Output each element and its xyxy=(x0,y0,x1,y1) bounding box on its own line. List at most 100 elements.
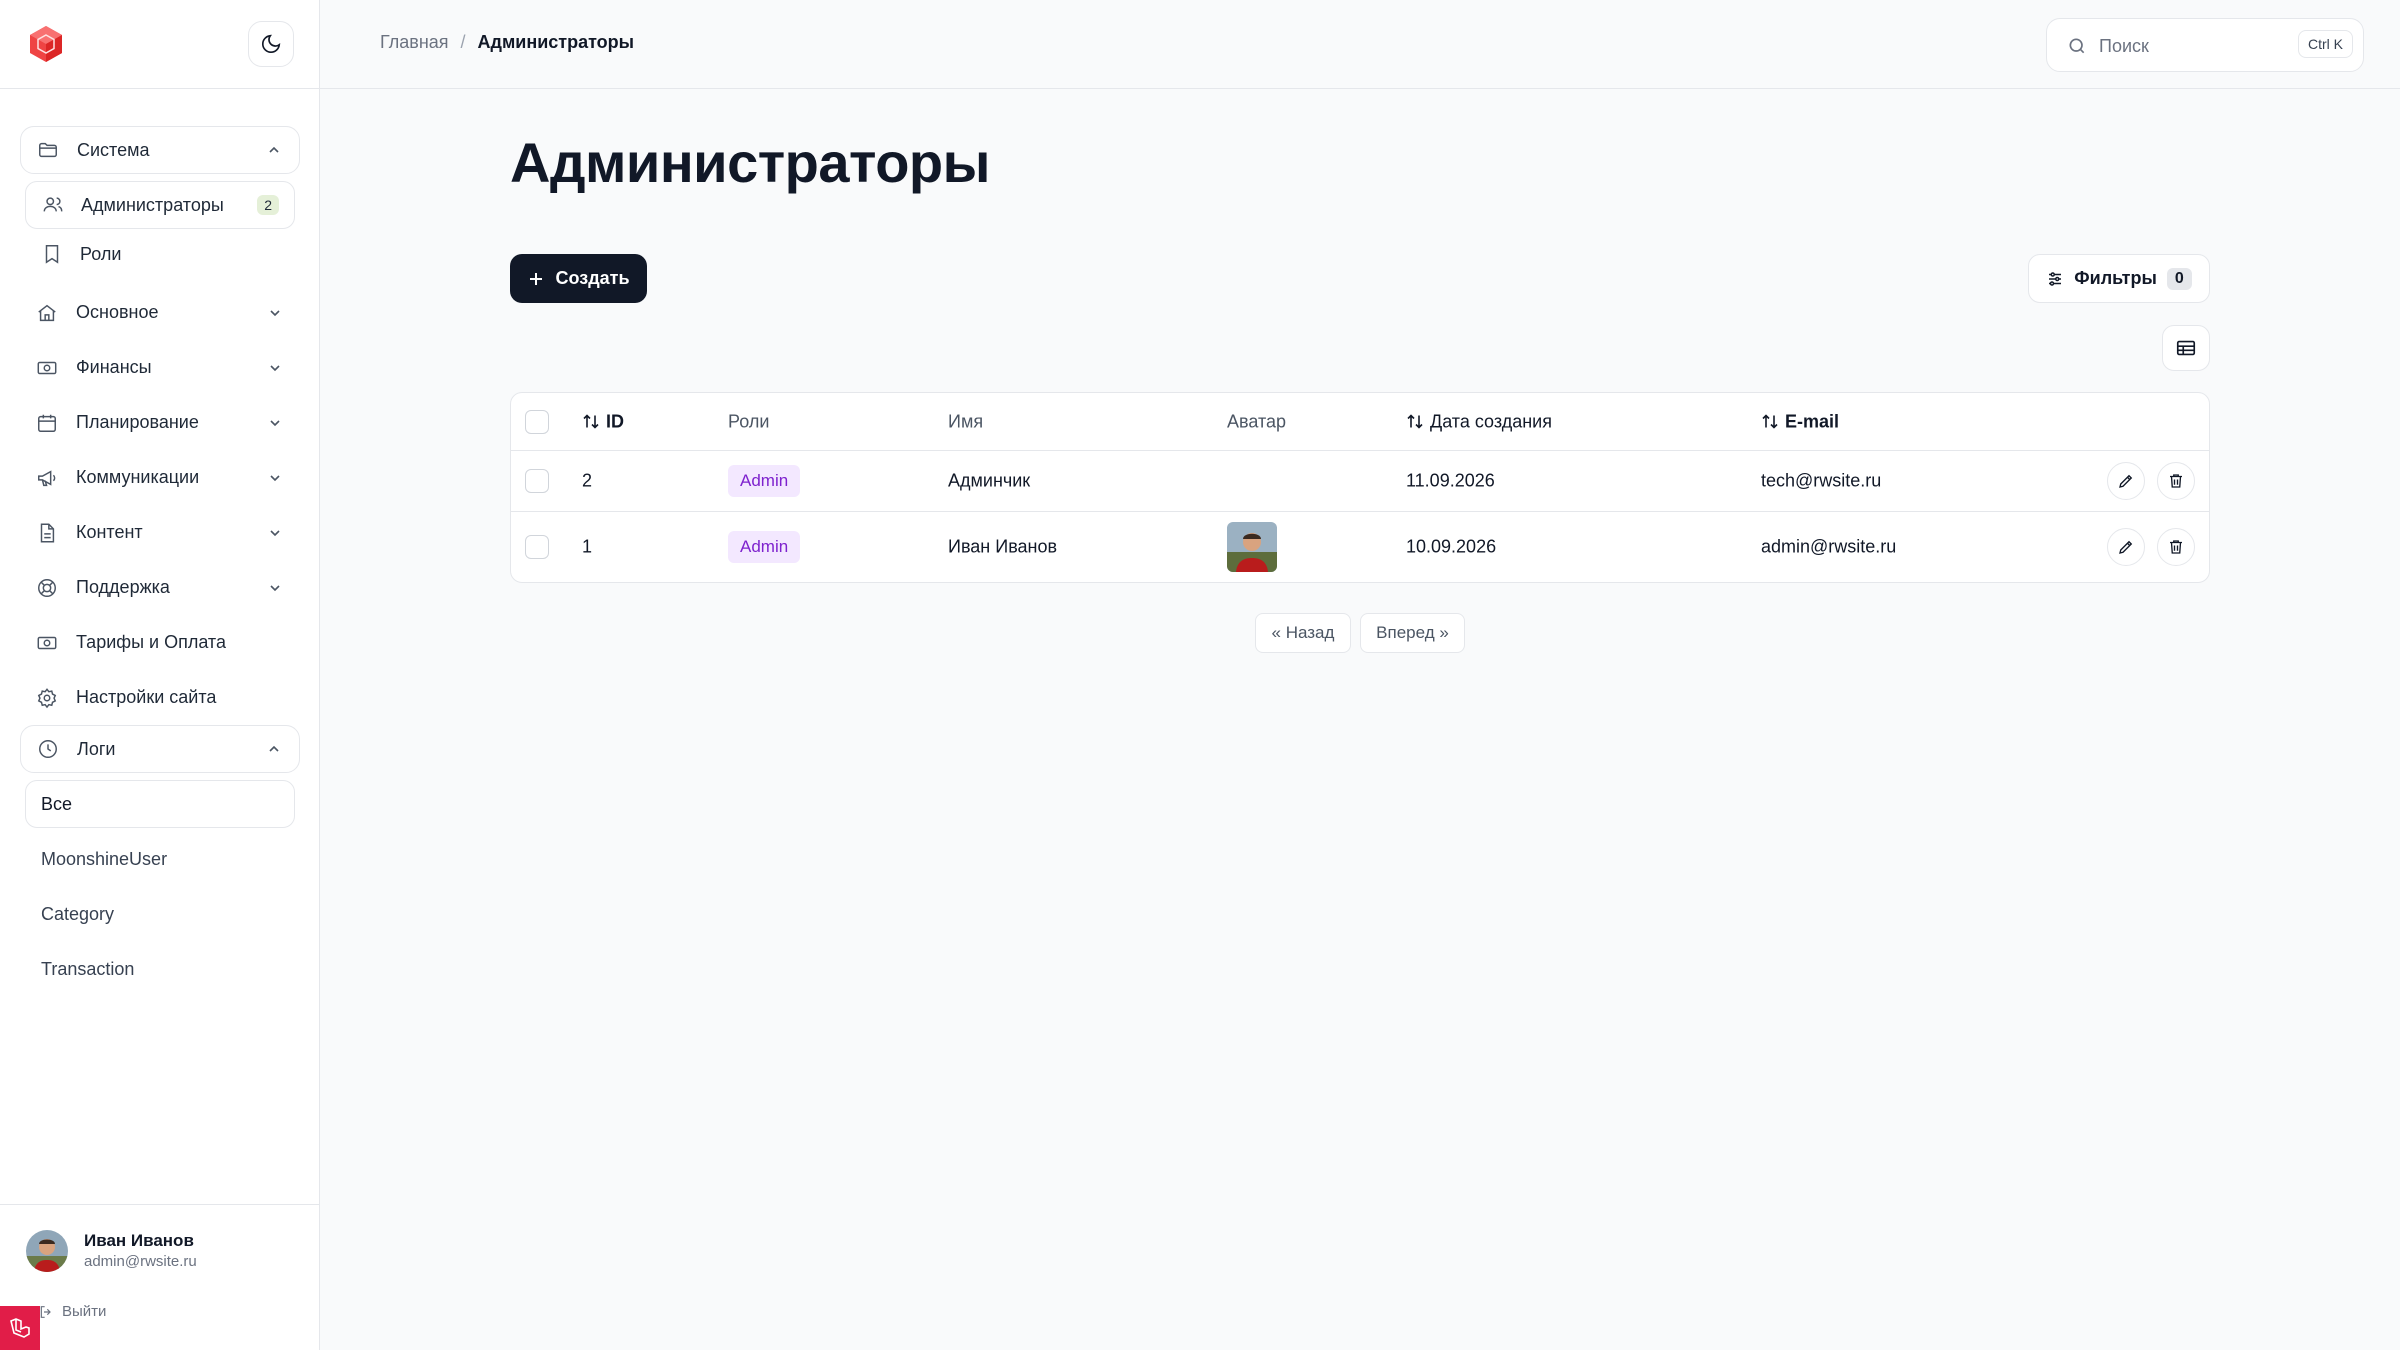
breadcrumb-home-link[interactable]: Главная xyxy=(380,32,449,53)
sidebar: Система Администраторы 2 Роли Основное Ф… xyxy=(0,0,320,1350)
column-header-created-at[interactable]: Дата создания xyxy=(1406,411,1552,432)
sidebar-group-content[interactable]: Контент xyxy=(20,505,300,560)
column-selector-button[interactable] xyxy=(2162,325,2210,371)
sidebar-item-roles[interactable]: Роли xyxy=(25,229,295,279)
administrators-table: ID Роли Имя Аватар Дата создания E-mail … xyxy=(510,392,2210,583)
sidebar-group-planning[interactable]: Планирование xyxy=(20,395,300,450)
logo-icon[interactable] xyxy=(26,24,66,64)
sidebar-group-label: Финансы xyxy=(76,357,152,377)
row-checkbox-cell xyxy=(525,469,549,493)
gear-icon xyxy=(37,687,57,708)
column-header-avatar: Аватар xyxy=(1227,411,1287,431)
user-profile: Иван Иванов admin@rwsite.ru Выйти xyxy=(0,1204,320,1350)
sidebar-group-support[interactable]: Поддержка xyxy=(20,560,300,615)
logout-label: Выйти xyxy=(62,1303,107,1320)
logout-button[interactable]: Выйти xyxy=(38,1303,106,1320)
avatar[interactable] xyxy=(26,1230,68,1272)
select-all-checkbox[interactable] xyxy=(525,409,549,434)
cell-name: Админчик xyxy=(948,470,1031,491)
topbar: Главная / Администраторы Ctrl K xyxy=(320,0,2400,89)
sidebar-group-label: Поддержка xyxy=(76,577,170,597)
column-header-label: Дата создания xyxy=(1430,411,1552,431)
chevron-down-icon xyxy=(270,309,280,316)
role-badge: Admin xyxy=(728,531,801,563)
filters-count-badge: 0 xyxy=(2166,267,2192,290)
pagination-next-button[interactable]: Вперед » xyxy=(1360,613,1465,653)
sidebar-item-label: Transaction xyxy=(41,959,135,979)
sidebar-group-logs[interactable]: Логи xyxy=(20,725,300,773)
sidebar-item-logs-all[interactable]: Все xyxy=(25,780,295,828)
cell-avatar xyxy=(1227,522,1277,572)
select-all-checkbox-cell xyxy=(525,409,549,434)
delete-button[interactable] xyxy=(2157,528,2195,566)
page-title: Администраторы xyxy=(510,131,990,194)
table-row: 2 Admin Админчик 11.09.2026 tech@rwsite.… xyxy=(511,451,2209,512)
chevron-down-icon xyxy=(270,474,280,481)
chevron-down-icon xyxy=(270,419,280,426)
cell-id: 2 xyxy=(582,470,593,491)
search-input[interactable] xyxy=(2099,31,2279,61)
column-header-label: E-mail xyxy=(1785,411,1840,431)
home-icon xyxy=(38,304,56,321)
sidebar-item-label: MoonshineUser xyxy=(41,849,168,869)
moon-icon xyxy=(261,34,281,54)
sidebar-item-label: Тарифы и Оплата xyxy=(76,632,226,652)
chevron-up-icon xyxy=(269,745,279,752)
delete-button[interactable] xyxy=(2157,462,2195,500)
cell-name: Иван Иванов xyxy=(948,536,1058,557)
sidebar-item-logs-transaction[interactable]: Transaction xyxy=(20,942,300,997)
breadcrumb: Главная / Администраторы xyxy=(380,32,634,53)
table-row: 1 Admin Иван Иванов 10.09.2026 admin@rws… xyxy=(511,512,2209,582)
create-button[interactable]: Создать xyxy=(510,254,647,303)
debug-bar-toggle[interactable] xyxy=(0,1306,40,1350)
table-header: ID Роли Имя Аватар Дата создания E-mail xyxy=(511,393,2209,451)
sidebar-item-site-settings[interactable]: Настройки сайта xyxy=(20,670,300,725)
avatar[interactable] xyxy=(1227,522,1277,572)
edit-button[interactable] xyxy=(2107,462,2145,500)
sidebar-group-main[interactable]: Основное xyxy=(20,285,300,340)
sidebar-header xyxy=(0,0,319,89)
sidebar-item-label: Роли xyxy=(80,243,122,264)
user-name: Иван Иванов xyxy=(84,1231,194,1250)
column-header-id[interactable]: ID xyxy=(582,411,624,432)
cell-id: 1 xyxy=(582,536,593,557)
sidebar-group-system[interactable]: Система xyxy=(20,126,300,174)
user-email: admin@rwsite.ru xyxy=(84,1253,197,1270)
sidebar-group-label: Логи xyxy=(77,738,116,759)
filters-button[interactable]: Фильтры 0 xyxy=(2028,254,2210,303)
cell-role: Admin xyxy=(728,465,801,497)
sidebar-item-tariffs[interactable]: Тарифы и Оплата xyxy=(20,615,300,670)
column-header-roles: Роли xyxy=(728,411,770,431)
sidebar-item-logs-category[interactable]: Category xyxy=(20,887,300,942)
theme-toggle-button[interactable] xyxy=(248,21,294,67)
sidebar-group-finance[interactable]: Финансы xyxy=(20,340,300,395)
sidebar-group-label: Основное xyxy=(76,302,159,322)
edit-button[interactable] xyxy=(2107,528,2145,566)
column-header-email[interactable]: E-mail xyxy=(1761,411,1839,432)
sidebar-item-label: Category xyxy=(41,904,115,924)
clock-icon xyxy=(39,740,57,758)
row-checkbox[interactable] xyxy=(525,469,549,493)
search-shortcut: Ctrl K xyxy=(2298,30,2353,58)
table-icon xyxy=(2176,340,2196,356)
sliders-icon xyxy=(2049,271,2062,286)
chevron-down-icon xyxy=(270,364,280,371)
sidebar-group-communications[interactable]: Коммуникации xyxy=(20,450,300,505)
bookmark-icon xyxy=(45,245,59,264)
laravel-icon xyxy=(10,1318,30,1338)
search-icon xyxy=(2069,38,2085,54)
pagination-prev-button[interactable]: « Назад xyxy=(1255,613,1351,653)
sidebar-item-administrators[interactable]: Администраторы 2 xyxy=(25,181,295,229)
sidebar-item-logs-moonshineuser[interactable]: MoonshineUser xyxy=(20,832,300,887)
pencil-icon xyxy=(2119,540,2133,554)
banknote-icon xyxy=(37,636,57,649)
trash-icon xyxy=(2170,540,2182,554)
row-checkbox[interactable] xyxy=(525,535,549,559)
filters-button-label: Фильтры xyxy=(2074,268,2157,288)
cell-created-at: 11.09.2026 xyxy=(1406,470,1495,491)
users-icon xyxy=(43,197,63,212)
calendar-icon xyxy=(38,414,56,432)
pencil-icon xyxy=(2119,474,2133,488)
sidebar-nav: Система Администраторы 2 Роли Основное Ф… xyxy=(20,126,300,997)
sort-icon xyxy=(583,414,599,429)
